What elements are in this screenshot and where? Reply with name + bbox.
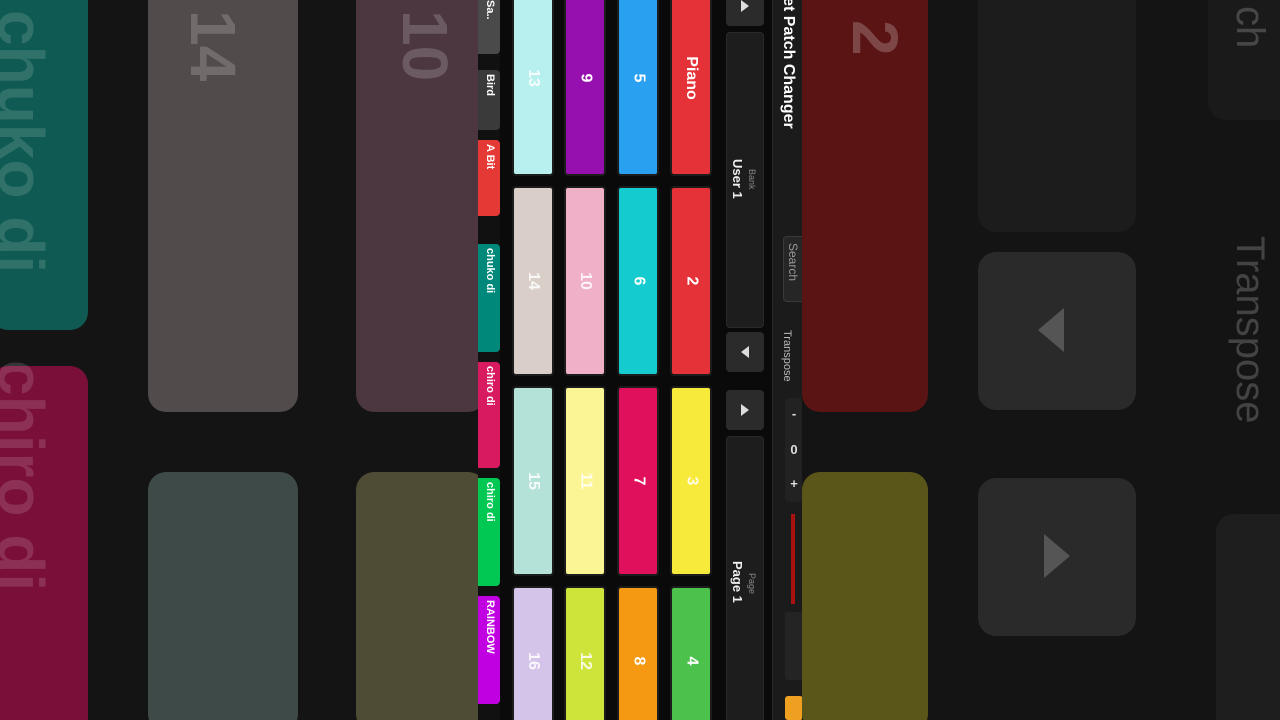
patch-pad-label: 16 bbox=[524, 652, 542, 670]
bg-button-right bbox=[978, 478, 1136, 636]
transpose-stepper: - 0 + bbox=[785, 398, 802, 502]
patch-pad[interactable]: 11 bbox=[564, 386, 606, 576]
patch-pad-label: 2 bbox=[683, 276, 700, 286]
patch-pad[interactable]: 5 bbox=[617, 0, 659, 176]
setlist-sidebar: Sa.. Bird A Bit chuko di chiro di chiro … bbox=[478, 0, 500, 720]
bank-caption: Bank bbox=[747, 169, 757, 190]
page-caption: Page bbox=[747, 573, 757, 595]
patch-pad[interactable]: 6 bbox=[617, 186, 659, 376]
patch-pad[interactable]: 10 bbox=[564, 186, 606, 376]
warning-indicator bbox=[791, 514, 795, 604]
bg-pad-c bbox=[148, 472, 298, 720]
bg-text: 2 bbox=[839, 20, 911, 56]
bg-button-left bbox=[978, 252, 1136, 410]
patch-pad-label: 15 bbox=[524, 472, 542, 490]
patch-pad-label: 11 bbox=[576, 472, 594, 490]
patch-pad[interactable]: 13 bbox=[512, 0, 554, 176]
patch-pad[interactable]: 7 bbox=[617, 386, 659, 576]
setlist-item-label: A Bit bbox=[484, 144, 496, 170]
search-input[interactable]: Search bbox=[783, 236, 802, 302]
patch-pad-label: 14 bbox=[524, 272, 542, 290]
bank-value: User 1 bbox=[730, 159, 745, 199]
patch-pad-label: 9 bbox=[577, 73, 594, 83]
setlist-item[interactable]: chuko di bbox=[478, 244, 500, 352]
bg-text: chuko di bbox=[0, 10, 57, 274]
patch-pad[interactable]: 16 bbox=[512, 586, 554, 720]
patch-pad[interactable]: 8 bbox=[617, 586, 659, 720]
patch-pad[interactable]: 3 bbox=[670, 386, 712, 576]
bg-text: Transpose bbox=[1228, 236, 1272, 424]
action-button[interactable] bbox=[785, 696, 802, 720]
bank-next-button[interactable] bbox=[726, 0, 764, 26]
bank-page-controls: Bank User 1 Page Page 1 bbox=[722, 0, 764, 720]
patch-pad-label: 8 bbox=[630, 656, 647, 666]
patch-pad-label: 3 bbox=[683, 476, 700, 486]
bg-text: 10 bbox=[389, 10, 461, 82]
patch-pad-label: 6 bbox=[630, 276, 647, 286]
page-selector[interactable]: Page Page 1 bbox=[726, 436, 764, 720]
setlist-item[interactable]: chiro di bbox=[478, 478, 500, 586]
app-title: Live Set Patch Changer bbox=[780, 0, 797, 129]
left-blurred-background: 14 10 chuko di chiro di bbox=[0, 0, 478, 720]
patch-grid: Piano 2 3 4 5 6 7 8 9 10 11 12 13 14 15 … bbox=[510, 0, 716, 720]
patch-pad[interactable]: Piano bbox=[670, 0, 712, 176]
setlist-item-label: RAINBOW bbox=[484, 600, 496, 654]
triangle-left-icon bbox=[1038, 308, 1064, 352]
panel-block bbox=[785, 612, 802, 680]
setlist-item[interactable]: Sa.. bbox=[478, 0, 500, 54]
triangle-right-icon bbox=[1044, 534, 1070, 578]
triangle-left-icon bbox=[741, 346, 749, 358]
setlist-item[interactable]: A Bit bbox=[478, 140, 500, 216]
setlist-item-label: chiro di bbox=[484, 366, 496, 406]
bg-text: chiro di bbox=[0, 360, 57, 592]
bg-block-dark-3 bbox=[1216, 514, 1280, 720]
patch-pad[interactable]: 14 bbox=[512, 186, 554, 376]
bg-text: 14 bbox=[177, 10, 249, 82]
bank-selector[interactable]: Bank User 1 bbox=[726, 32, 764, 328]
transpose-value: 0 bbox=[790, 442, 798, 457]
page-value: Page 1 bbox=[730, 561, 745, 603]
patch-pad-label: 12 bbox=[576, 652, 594, 670]
page-next-button[interactable] bbox=[726, 390, 764, 430]
triangle-right-icon bbox=[741, 0, 749, 12]
patch-pad[interactable]: 4 bbox=[670, 586, 712, 720]
bg-pad-yellow bbox=[802, 472, 928, 720]
transpose-plus-button[interactable]: + bbox=[785, 476, 802, 491]
patch-pad-label: Piano bbox=[683, 56, 700, 100]
setlist-item[interactable]: Bird bbox=[478, 70, 500, 130]
search-placeholder: Search bbox=[786, 243, 800, 282]
triangle-right-icon bbox=[741, 404, 749, 416]
setlist-item[interactable]: chiro di bbox=[478, 362, 500, 468]
transpose-minus-button[interactable]: - bbox=[785, 406, 802, 421]
app-screen: Sa.. Bird A Bit chuko di chiro di chiro … bbox=[478, 0, 802, 720]
setlist-item-label: chiro di bbox=[484, 482, 496, 522]
patch-pad[interactable]: 15 bbox=[512, 386, 554, 576]
setlist-item-label: Bird bbox=[484, 74, 496, 96]
patch-pad[interactable]: 12 bbox=[564, 586, 606, 720]
bg-text: ch bbox=[1228, 6, 1272, 49]
bg-pad-red bbox=[802, 0, 928, 412]
patch-pad-label: 7 bbox=[630, 476, 647, 486]
setlist-item-label: chuko di bbox=[484, 248, 496, 294]
setlist-item-label: Sa.. bbox=[484, 0, 496, 20]
right-blurred-background: 2 Transpose ch bbox=[802, 0, 1280, 720]
bg-pad-d bbox=[356, 472, 478, 720]
patch-pad[interactable]: 9 bbox=[564, 0, 606, 176]
patch-pad-label: 5 bbox=[630, 73, 647, 83]
patch-pad-label: 13 bbox=[524, 69, 542, 87]
patch-pad[interactable]: 2 bbox=[670, 186, 712, 376]
right-panel: Live Set Patch Changer Search Transpose … bbox=[772, 0, 802, 720]
transpose-label: Transpose bbox=[781, 330, 793, 382]
bg-block-dark bbox=[978, 0, 1136, 232]
patch-pad-label: 4 bbox=[683, 656, 700, 666]
bank-prev-button[interactable] bbox=[726, 332, 764, 372]
setlist-item[interactable]: RAINBOW bbox=[478, 596, 500, 704]
patch-pad-label: 10 bbox=[576, 272, 594, 290]
